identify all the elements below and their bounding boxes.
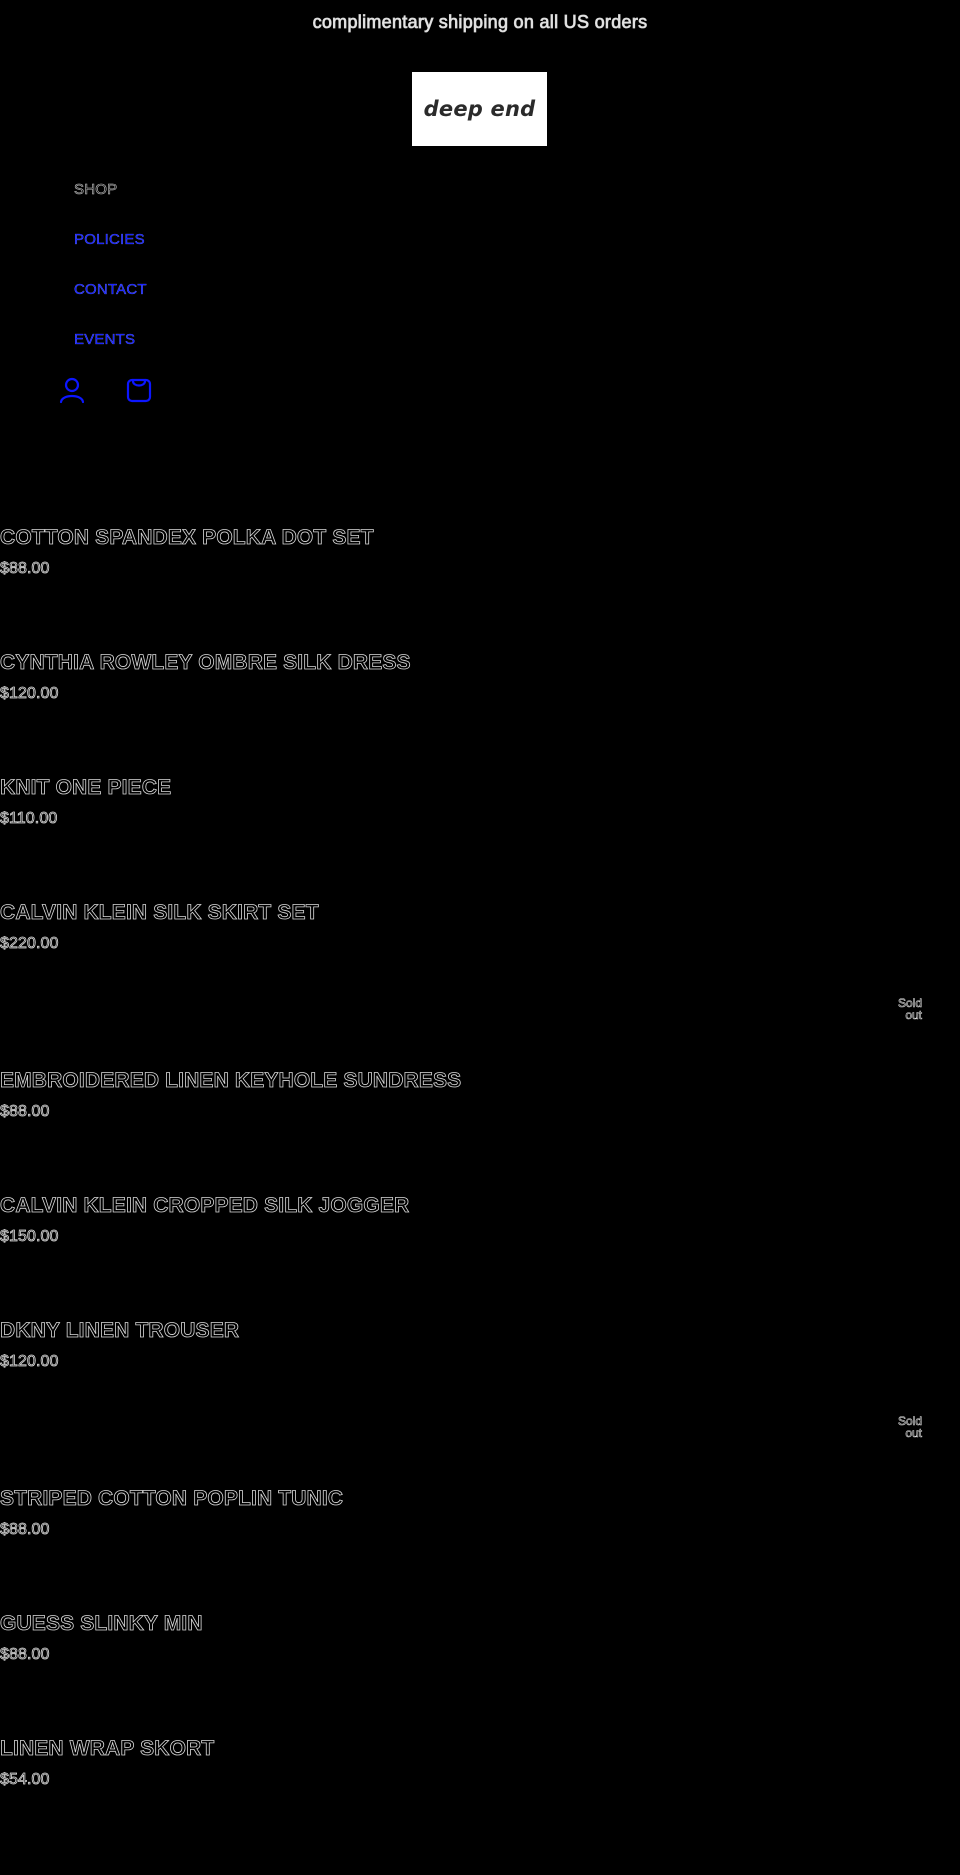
account-icon[interactable] xyxy=(58,376,88,406)
product-price: $88.00 xyxy=(0,560,50,578)
product-price: $120.00 xyxy=(0,685,59,703)
product-title[interactable]: DKNY LINEN TROUSER xyxy=(0,1317,560,1345)
sold-out-badge: Sold out xyxy=(882,1415,923,1440)
product-card-6[interactable]: CALVIN KLEIN CROPPED SILK JOGGER $150.00 xyxy=(0,1192,560,1248)
sold-out-line-2: out xyxy=(905,1008,922,1022)
nav-item-contact[interactable]: CONTACT xyxy=(74,278,147,328)
product-title[interactable]: GUESS SLINKY MIN xyxy=(0,1610,560,1638)
product-price: $88.00 xyxy=(0,1103,50,1121)
product-title[interactable]: COTTON SPANDEX POLKA DOT SET xyxy=(0,524,560,552)
product-title[interactable]: LINEN WRAP SKORT xyxy=(0,1735,560,1763)
product-card-7[interactable]: DKNY LINEN TROUSER $120.00 xyxy=(0,1317,560,1373)
product-card-9[interactable]: GUESS SLINKY MIN $88.00 xyxy=(0,1610,560,1666)
header-icons xyxy=(58,376,158,406)
product-card-10[interactable]: LINEN WRAP SKORT $54.00 xyxy=(0,1735,560,1791)
product-card-5[interactable]: EMBROIDERED LINEN KEYHOLE SUNDRESS $88.0… xyxy=(0,1067,560,1123)
product-title[interactable]: EMBROIDERED LINEN KEYHOLE SUNDRESS xyxy=(0,1067,560,1095)
announcement-bar: complimentary shipping on all US orders xyxy=(312,12,648,33)
product-card-8[interactable]: STRIPED COTTON POPLIN TUNIC $88.00 xyxy=(0,1485,560,1541)
product-price: $88.00 xyxy=(0,1646,50,1664)
sold-out-badge: Sold out xyxy=(882,997,923,1022)
product-card-3[interactable]: KNIT ONE PIECE $110.00 xyxy=(0,774,560,830)
product-price: $88.00 xyxy=(0,1521,50,1539)
nav-item-policies[interactable]: POLICIES xyxy=(74,228,147,278)
main-navigation: SHOP POLICIES CONTACT EVENTS xyxy=(74,178,147,378)
product-price: $54.00 xyxy=(0,1771,50,1789)
product-price: $220.00 xyxy=(0,935,59,953)
nav-item-events[interactable]: EVENTS xyxy=(74,328,147,378)
cart-icon[interactable] xyxy=(125,376,155,406)
logo-text: deep end xyxy=(423,97,536,121)
product-price: $120.00 xyxy=(0,1353,59,1371)
sold-out-line-2: out xyxy=(905,1426,922,1440)
product-card-4[interactable]: CALVIN KLEIN SILK SKIRT SET $220.00 xyxy=(0,899,560,955)
logo-link[interactable]: deep end xyxy=(412,72,547,146)
product-title[interactable]: CYNTHIA ROWLEY OMBRE SILK DRESS xyxy=(0,649,560,677)
product-card-2[interactable]: CYNTHIA ROWLEY OMBRE SILK DRESS $120.00 xyxy=(0,649,560,705)
product-title[interactable]: CALVIN KLEIN CROPPED SILK JOGGER xyxy=(0,1192,560,1220)
product-title[interactable]: CALVIN KLEIN SILK SKIRT SET xyxy=(0,899,560,927)
product-title[interactable]: STRIPED COTTON POPLIN TUNIC xyxy=(0,1485,560,1513)
product-title[interactable]: KNIT ONE PIECE xyxy=(0,774,560,802)
product-card-1[interactable]: COTTON SPANDEX POLKA DOT SET $88.00 xyxy=(0,524,560,580)
nav-item-shop[interactable]: SHOP xyxy=(74,178,147,228)
product-price: $150.00 xyxy=(0,1228,59,1246)
product-price: $110.00 xyxy=(0,810,58,828)
